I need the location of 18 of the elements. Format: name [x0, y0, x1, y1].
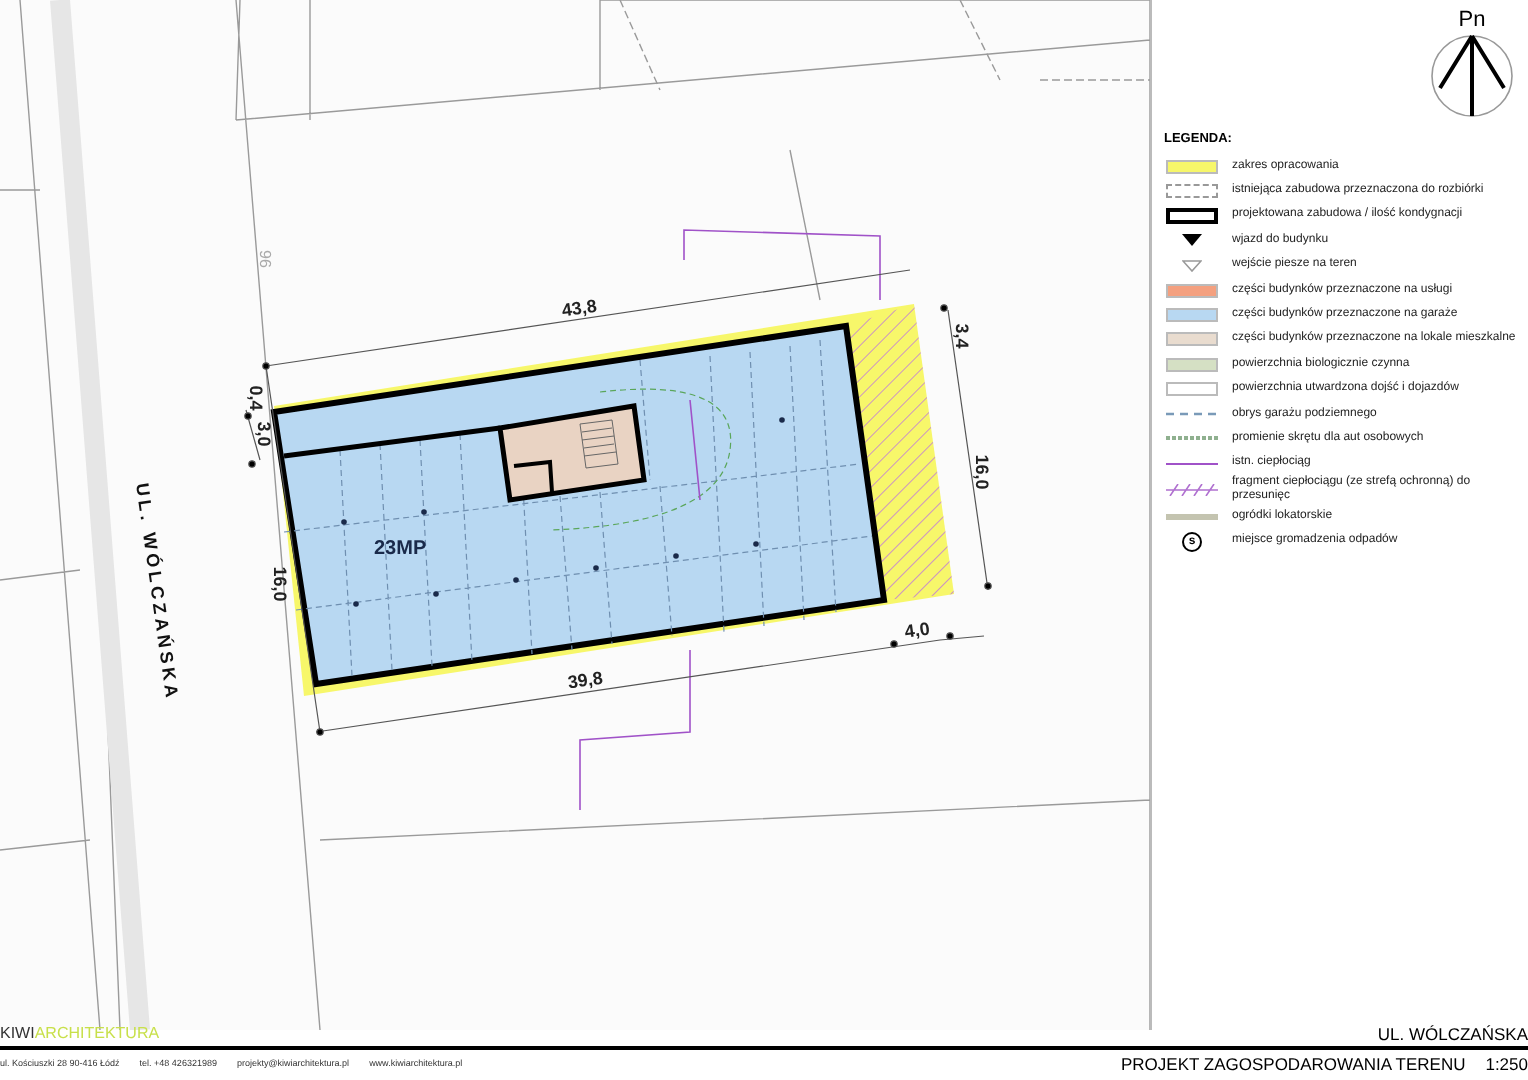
- logo-text: KIWI: [0, 1024, 35, 1042]
- dimension-label: 3,4: [952, 323, 972, 349]
- core-wall: [513, 459, 554, 493]
- dimension-label: 43,8: [560, 295, 598, 321]
- dimension-label: 16,0: [972, 454, 992, 490]
- project-title: PROJEKT ZAGOSPODAROWANIA TERENU: [1120, 1053, 1466, 1073]
- stairs-drawing: [579, 419, 619, 469]
- dimension-label: 16,0: [270, 566, 290, 602]
- logo-accent-text: ARCHITEKTURA: [34, 1024, 160, 1042]
- north-label: Pn: [1458, 8, 1486, 32]
- dimension-label: 39,8: [566, 667, 604, 693]
- dimension-label: 4,0: [903, 618, 931, 642]
- scale-text: 1:250: [1485, 1053, 1528, 1073]
- parcel-number: 96: [256, 250, 274, 268]
- dimension-label: 3,0: [254, 421, 274, 447]
- street-title: UL. WÓLCZAŃSKA: [1377, 1024, 1528, 1044]
- parking-label: 23MP: [374, 538, 427, 560]
- dimension-label: 0,4: [246, 385, 266, 411]
